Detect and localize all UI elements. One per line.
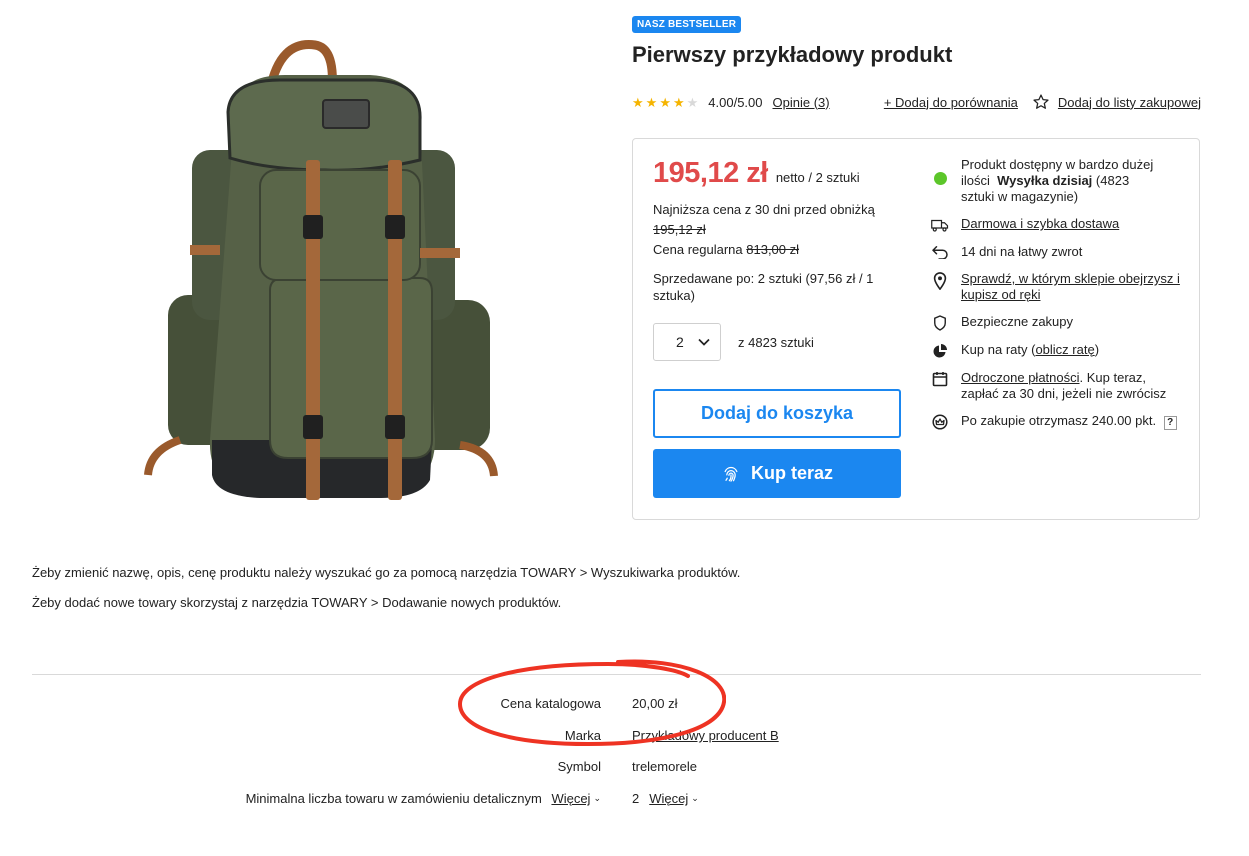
feature-return: 14 dni na łatwy zwrot (931, 244, 1186, 260)
return-text: 14 dni na łatwy zwrot (961, 244, 1083, 259)
crown-badge-icon (932, 414, 948, 430)
secure-text: Bezpieczne zakupy (961, 314, 1074, 329)
star-icon: ★ (659, 94, 671, 110)
star-empty-icon: ★ (686, 94, 699, 110)
buy-now-label: Kup teraz (750, 463, 833, 483)
availability-dot-icon (933, 172, 947, 185)
sold-by-line: sztuka) (653, 288, 695, 303)
availability-text: ilości Wysyłka dzisiaj (4823 (961, 173, 1130, 188)
pie-chart-icon (933, 344, 947, 358)
spec-value-min-qty: 2 Więcej ⌄ (632, 791, 699, 806)
wishlist-action[interactable]: Dodaj do listy zakupowej (1032, 93, 1201, 111)
lowest-price-value: 195,12 zł (653, 222, 706, 237)
product-title: Pierwszy przykładowy produkt (632, 42, 953, 67)
annotation-ellipse (458, 659, 726, 746)
quantity-available: z 4823 sztuki (738, 335, 814, 350)
spec-value-symbol: trelemorele (632, 759, 698, 774)
price-value: 195,12 zł (653, 157, 768, 189)
installment-calc-link[interactable]: oblicz ratę (1035, 342, 1094, 357)
product-image[interactable] (120, 20, 520, 520)
rating-stars: ★ ★ ★ ★ ★ (632, 96, 698, 109)
availability-text: Produkt dostępny w bardzo dużej (961, 157, 1154, 172)
buy-now-button[interactable]: Kup teraz (653, 449, 901, 498)
product-actions: + Dodaj do porównania Dodaj do listy zak… (884, 93, 1201, 111)
feature-installment: Kup na raty (oblicz ratę) (931, 342, 1186, 359)
availability-text: sztuki w magazynie) (961, 189, 1079, 204)
fingerprint-icon (724, 466, 738, 482)
chevron-down-icon (698, 338, 710, 346)
regular-price-label: Cena regularna (653, 242, 743, 257)
delivery-link[interactable]: Darmowa i szybka dostawa (961, 216, 1119, 233)
points-text: Po zakupie otrzymasz 240.00 pkt. (961, 413, 1157, 428)
lowest-price-label: Najniższa cena z 30 dni przed obniżką (653, 202, 875, 217)
compare-link[interactable]: + Dodaj do porównania (884, 95, 1018, 110)
spec-label-symbol: Symbol (557, 759, 601, 774)
chevron-down-icon: ⌄ (593, 793, 601, 803)
deferred-payments-link[interactable]: Odroczone płatności (961, 370, 1080, 385)
min-qty-more-toggle[interactable]: Więcej ⌄ (551, 791, 601, 806)
shield-icon (934, 315, 946, 331)
backpack-illustration (144, 40, 498, 500)
feature-availability: Produkt dostępny w bardzo dużej ilości W… (931, 157, 1186, 205)
rating-row: ★ ★ ★ ★ ★ 4.00/5.00 Opinie (3) (632, 94, 830, 110)
add-to-cart-button[interactable]: Dodaj do koszyka (653, 389, 901, 438)
price-box: 195,12 zł netto / 2 sztuki Najniższa cen… (632, 138, 1200, 520)
features-list: Produkt dostępny w bardzo dużej ilości W… (931, 157, 1186, 441)
sold-by-info: Sprzedawane po: 2 sztuki (97,56 zł / 1 s… (653, 270, 873, 304)
regular-price-value: 813,00 zł (746, 242, 800, 257)
description-line: Żeby dodać nowe towary skorzystaj z narz… (32, 595, 562, 610)
price-row: 195,12 zł netto / 2 sztuki (653, 157, 860, 190)
feature-store: Sprawdź, w którym sklepie obejrzysz i ku… (931, 271, 1186, 303)
feature-delivery: Darmowa i szybka dostawa (931, 216, 1186, 233)
deferred-text: zapłać za 30 dni, jeżeli nie zwrócisz (961, 386, 1167, 401)
quantity-value: 2 (676, 334, 684, 350)
star-icon: ★ (672, 94, 685, 110)
feature-points: Po zakupie otrzymasz 240.00 pkt. ? (931, 413, 1186, 430)
star-icon: ★ (632, 94, 644, 110)
calendar-icon (932, 372, 948, 387)
map-pin-icon (933, 272, 947, 290)
quantity-select[interactable]: 2 (653, 323, 721, 361)
return-arrow-icon (932, 246, 948, 259)
store-check-link[interactable]: Sprawdź, w którym sklepie obejrzysz i ku… (961, 271, 1180, 303)
wishlist-link[interactable]: Dodaj do listy zakupowej (1058, 95, 1201, 110)
sold-by-line: Sprzedawane po: 2 sztuki (97,56 zł / 1 (653, 271, 874, 286)
min-qty-value-more-toggle[interactable]: Więcej ⌄ (649, 791, 699, 806)
shipping-today: Wysyłka dzisiaj (997, 173, 1093, 188)
help-icon[interactable]: ? (1163, 416, 1177, 430)
chevron-down-icon: ⌄ (691, 793, 699, 803)
price-unit: netto / 2 sztuki (775, 170, 860, 185)
regular-price: Cena regularna 813,00 zł (653, 242, 799, 257)
reviews-link[interactable]: Opinie (3) (773, 95, 830, 110)
bestseller-badge: NASZ BESTSELLER (632, 16, 742, 33)
spec-label-min-qty: Minimalna liczba towaru w zamówieniu det… (245, 791, 601, 806)
truck-icon (931, 219, 949, 232)
feature-secure: Bezpieczne zakupy (931, 314, 1186, 331)
feature-deferred: Odroczone płatności. Kup teraz, zapłać z… (931, 370, 1186, 402)
rating-score: 4.00/5.00 (708, 94, 763, 110)
star-icon: ★ (645, 94, 658, 110)
star-outline-icon (1033, 94, 1049, 109)
description-line: Żeby zmienić nazwę, opis, cenę produktu … (32, 565, 741, 580)
